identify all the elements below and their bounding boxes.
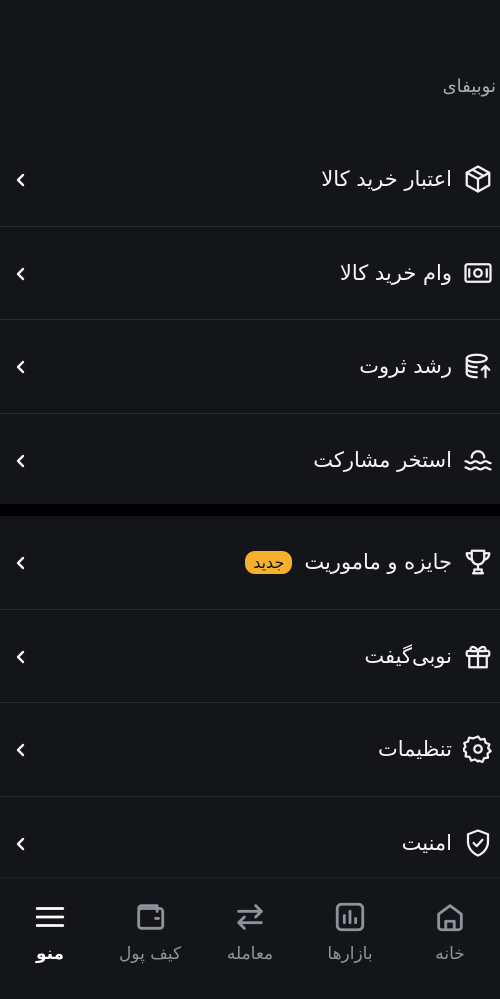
- bottom-navigation: خانه بازارها معامله کیف پول منو: [0, 877, 500, 999]
- menu-group-general: جایزه و ماموریت جدید نوبی‌گیفت تنظیمات ا…: [0, 516, 500, 890]
- menu-item-goods-credit[interactable]: اعتبار خرید کالا: [0, 133, 500, 227]
- shield-check-icon: [462, 827, 494, 859]
- menu-item-security[interactable]: امنیت: [0, 797, 500, 891]
- menu-item-label: استخر مشارکت: [313, 448, 452, 473]
- coins-growth-icon: [462, 350, 494, 382]
- chevron-left-icon: [14, 555, 28, 570]
- nav-home[interactable]: خانه: [405, 900, 495, 964]
- nav-label: بازارها: [327, 944, 373, 964]
- nav-markets[interactable]: بازارها: [305, 900, 395, 964]
- nav-menu[interactable]: منو: [5, 900, 95, 964]
- nav-trade[interactable]: معامله: [205, 900, 295, 964]
- menu-item-rewards[interactable]: جایزه و ماموریت جدید: [0, 516, 500, 610]
- chevron-left-icon: [14, 742, 28, 757]
- gear-icon: [462, 733, 494, 765]
- nav-label: منو: [35, 944, 65, 964]
- gift-icon: [462, 640, 494, 672]
- trophy-icon: [462, 546, 494, 578]
- chevron-left-icon: [14, 172, 28, 187]
- section-divider: [0, 504, 500, 516]
- menu-item-label: نوبی‌گیفت: [364, 643, 452, 668]
- menu-item-label: رشد ثروت: [359, 354, 452, 379]
- chevron-left-icon: [14, 649, 28, 663]
- chevron-left-icon: [14, 359, 28, 374]
- menu-item-label: جایزه و ماموریت: [304, 550, 452, 575]
- menu-item-label: امنیت: [401, 831, 452, 856]
- new-badge: جدید: [245, 550, 293, 574]
- nav-wallet[interactable]: کیف پول: [105, 900, 195, 964]
- nav-label: معامله: [226, 944, 274, 964]
- chevron-left-icon: [14, 836, 28, 851]
- nav-label: خانه: [435, 944, 465, 964]
- section-title: نوبیفای: [442, 76, 496, 97]
- menu-item-label: وام خرید کالا: [339, 260, 452, 285]
- home-icon: [437, 904, 463, 932]
- banknote-icon: [462, 257, 494, 289]
- menu-item-goods-loan[interactable]: وام خرید کالا: [0, 227, 500, 320]
- chevron-left-icon: [14, 453, 28, 468]
- wallet-icon: [137, 904, 165, 930]
- menu-item-nobigift[interactable]: نوبی‌گیفت: [0, 610, 500, 703]
- menu-item-label: اعتبار خرید کالا: [321, 167, 452, 192]
- menu-icon: [35, 907, 65, 927]
- swap-icon: [237, 904, 263, 930]
- chart-icon: [335, 902, 365, 932]
- menu-item-label: تنظیمات: [377, 737, 452, 762]
- menu-item-participation-pool[interactable]: استخر مشارکت: [0, 414, 500, 508]
- menu-item-settings[interactable]: تنظیمات: [0, 703, 500, 797]
- menu-item-wealth-growth[interactable]: رشد ثروت: [0, 320, 500, 414]
- box-icon: [462, 163, 494, 195]
- pool-waves-icon: [462, 444, 494, 476]
- menu-group-nobify: اعتبار خرید کالا وام خرید کالا رشد ثروت …: [0, 133, 500, 507]
- chevron-left-icon: [14, 266, 28, 280]
- nav-label: کیف پول: [118, 944, 182, 964]
